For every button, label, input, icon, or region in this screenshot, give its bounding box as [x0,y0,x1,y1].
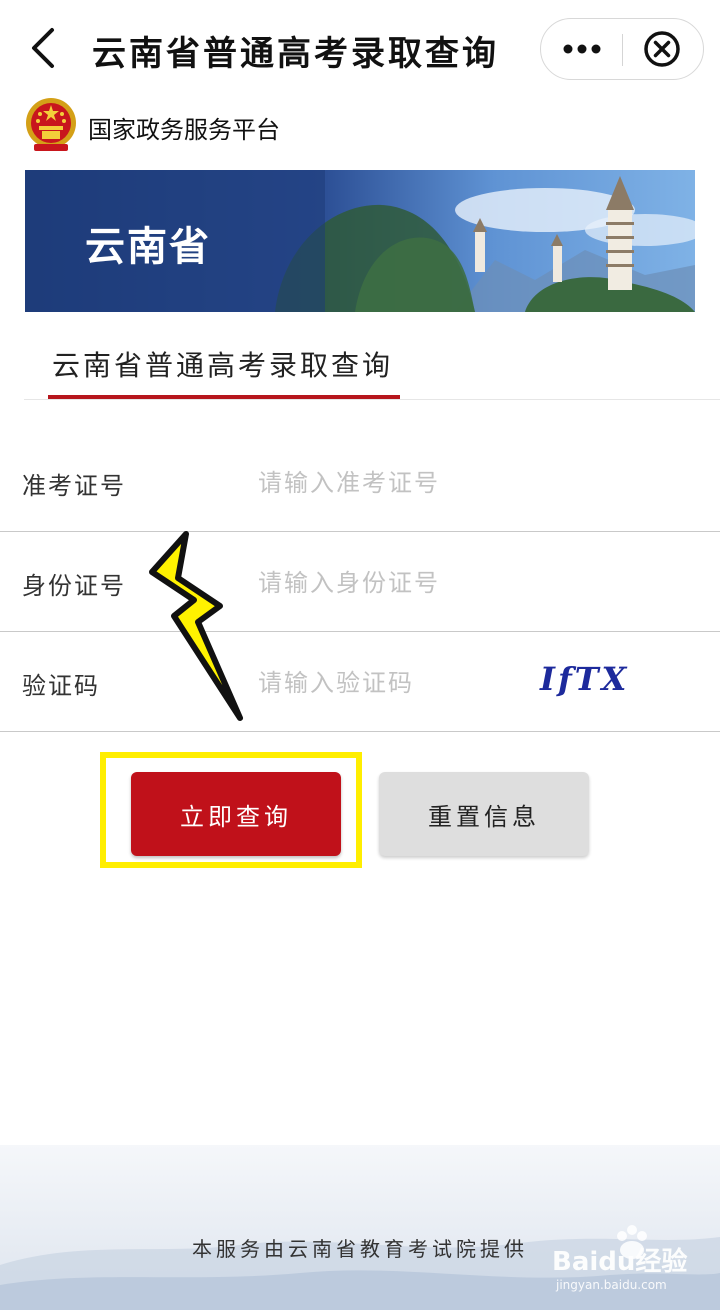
page-title: 云南省普通高考录取查询 [92,34,499,74]
watermark-url: jingyan.baidu.com [556,1278,667,1292]
tab-gaokao-query[interactable]: 云南省普通高考录取查询 [48,340,400,400]
exam-number-input[interactable] [258,458,518,508]
exam-number-label: 准考证号 [22,472,126,500]
page: 云南省普通高考录取查询 国家政务服务平台 云南省 云南省普通高考录取查询 准考证… [0,0,720,1310]
close-button[interactable] [623,19,705,79]
captcha-input[interactable] [258,658,518,708]
capsule-menu [540,18,704,80]
tab-label: 云南省普通高考录取查询 [52,349,394,382]
id-number-label: 身份证号 [22,572,126,600]
tab-divider [24,399,720,400]
top-nav-bar: 云南省普通高考录取查询 [0,0,720,96]
close-circle-icon [644,31,680,67]
form-row-id-number: 身份证号 [0,532,720,632]
platform-name: 国家政务服务平台 [88,116,280,144]
more-button[interactable] [541,19,623,79]
more-dots-icon [563,44,601,54]
watermark-brand: Baidu经验 [552,1246,687,1277]
banner: 云南省 [25,170,695,312]
reset-button[interactable]: 重置信息 [379,772,589,856]
banner-title: 云南省 [85,224,211,270]
query-button[interactable]: 立即查询 [131,772,341,856]
back-button[interactable] [22,22,66,74]
back-chevron-icon [32,28,54,68]
form-row-captcha: 验证码 IfTX [0,632,720,732]
form-row-exam-number: 准考证号 [0,432,720,532]
national-emblem-icon [26,98,76,151]
captcha-image[interactable]: IfTX [540,660,650,710]
captcha-label: 验证码 [22,672,100,700]
lightning-bolt-icon [149,531,243,721]
id-number-input[interactable] [258,558,518,608]
